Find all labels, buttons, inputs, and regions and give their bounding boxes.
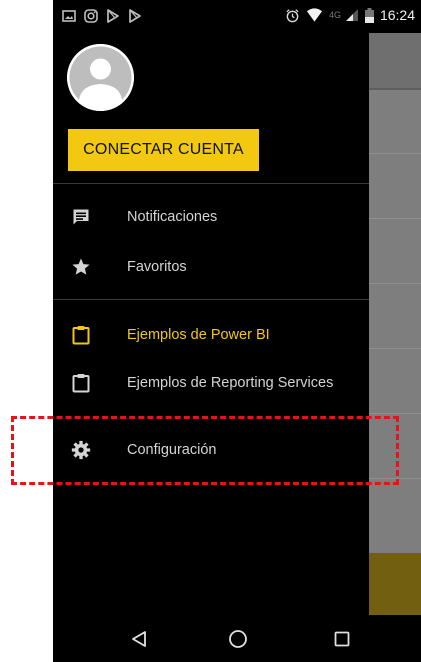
signal-icon	[345, 8, 359, 22]
status-bar: 4G 16:24	[53, 0, 421, 33]
alarm-icon	[285, 8, 300, 23]
divider	[53, 183, 369, 184]
clipboard-icon	[70, 324, 92, 346]
play-store-icon	[127, 8, 143, 24]
system-status-icons: 4G 16:24	[285, 7, 415, 23]
background-bottom-bar	[369, 553, 421, 615]
star-icon	[70, 256, 92, 278]
divider	[53, 299, 369, 300]
image-icon	[61, 8, 77, 24]
background-row-divider	[369, 153, 421, 154]
menu-item-label: Favoritos	[127, 259, 187, 275]
home-icon[interactable]	[226, 627, 250, 651]
background-row-divider	[369, 413, 421, 414]
menu-item-favorites[interactable]: Favoritos	[53, 242, 369, 292]
connect-account-button[interactable]: CONECTAR CUENTA	[68, 129, 259, 171]
menu-item-label: Ejemplos de Reporting Services	[127, 375, 334, 391]
network-type-label: 4G	[328, 10, 341, 20]
clipboard-icon	[70, 372, 92, 394]
navigation-bar	[53, 615, 421, 662]
wifi-icon	[306, 7, 323, 23]
background-row-divider	[369, 283, 421, 284]
menu-item-label: Notificaciones	[127, 209, 218, 225]
background-row-divider	[369, 218, 421, 219]
back-icon[interactable]	[127, 627, 151, 651]
instagram-icon	[83, 8, 99, 24]
menu-item-notifications[interactable]: Notificaciones	[53, 192, 369, 242]
notification-icon	[70, 206, 92, 228]
menu-item-label: Configuración	[127, 442, 217, 458]
gear-icon	[70, 439, 92, 461]
battery-icon	[364, 7, 374, 23]
menu-item-label: Ejemplos de Power BI	[127, 327, 270, 343]
notification-icons	[61, 8, 143, 24]
background-row-divider	[369, 348, 421, 349]
clock: 16:24	[379, 7, 415, 23]
phone-screen: 4G 16:24 CONECTAR CUENTA Notificaciones …	[53, 0, 421, 662]
menu-item-settings[interactable]: Configuración	[53, 425, 369, 475]
menu-item-reporting-services-samples[interactable]: Ejemplos de Reporting Services	[53, 358, 369, 408]
play-store-icon	[105, 8, 121, 24]
recents-icon[interactable]	[330, 627, 354, 651]
user-avatar-icon[interactable]	[67, 44, 134, 111]
background-app-header	[369, 33, 421, 90]
background-row-divider	[369, 478, 421, 479]
menu-item-power-bi-samples[interactable]: Ejemplos de Power BI	[53, 310, 369, 360]
navigation-drawer: CONECTAR CUENTA Notificaciones Favoritos…	[53, 33, 369, 615]
background-app-content[interactable]	[369, 33, 421, 615]
